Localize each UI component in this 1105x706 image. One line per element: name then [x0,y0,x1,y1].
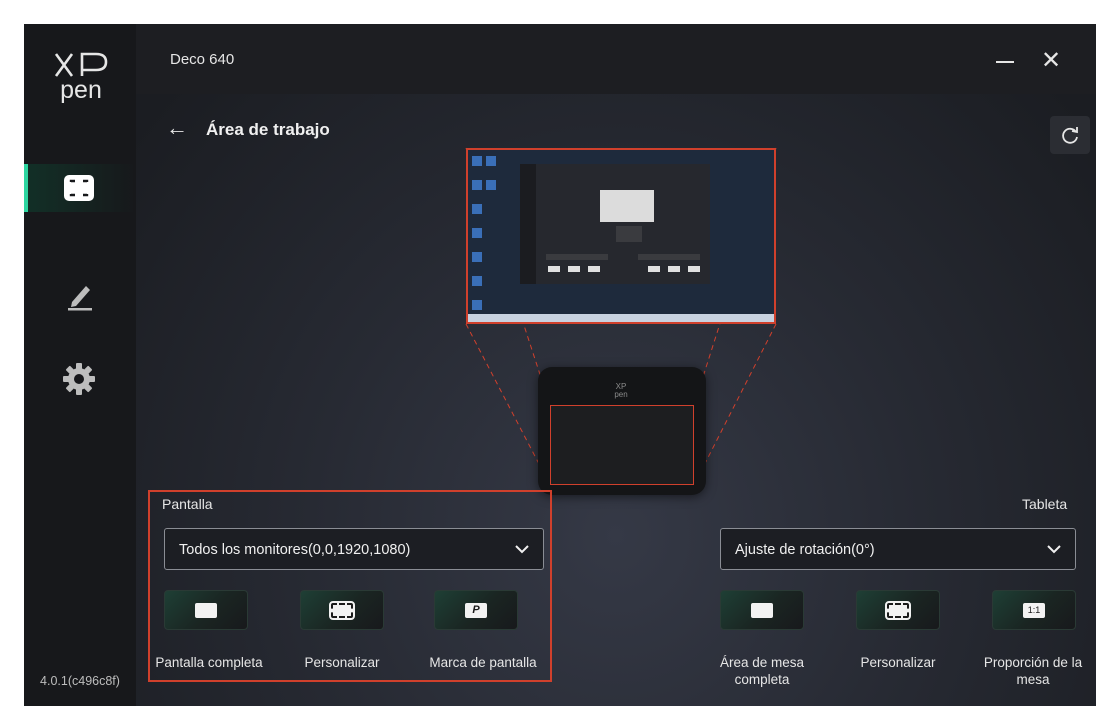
tablet-logo-pen: pen [614,390,628,399]
active-indicator [24,164,28,212]
tablet-illustration: XP pen [538,367,706,495]
pen-icon [68,286,92,311]
custom-screen-button[interactable] [300,590,384,630]
custom-area-icon [329,601,355,620]
sidebar-item-settings[interactable] [24,354,136,402]
work-area-icon [64,175,94,201]
tablet-ratio-label: Proporción de la mesa [983,655,1083,687]
screen-preview [466,148,776,324]
sidebar-item-work-area[interactable] [24,164,136,212]
chevron-down-icon [515,545,529,554]
screen-mark-button[interactable]: P [434,590,518,630]
rotation-select[interactable]: Ajuste de rotación(0°) [720,528,1076,570]
xp-logo-mark [54,52,108,77]
main-panel: Deco 640 ✕ ← Área de trabajo XP pen Pant… [136,24,1096,706]
monitor-select-value: Todos los monitores(0,0,1920,1080) [179,542,411,558]
screen-section-label: Pantalla [162,496,213,512]
full-screen-label: Pantalla completa [155,655,263,670]
xp-pen-logo: pen [46,52,116,104]
chevron-down-icon [1047,545,1061,554]
app-window: pen 4.0.1(c496c8f) Deco 640 ✕ ← Área de … [24,24,1096,706]
desktop-thumbnail [468,150,774,322]
sidebar: pen 4.0.1(c496c8f) [24,24,136,706]
monitor-select[interactable]: Todos los monitores(0,0,1920,1080) [164,528,544,570]
tablet-ratio-icon: 1:1 [1023,603,1045,618]
tablet-active-area [550,405,694,485]
logo-pen-text: pen [60,76,102,104]
custom-tablet-button[interactable] [856,590,940,630]
app-version: 4.0.1(c496c8f) [40,674,120,688]
full-tablet-label: Área de mesa completa [719,655,805,687]
full-screen-icon [195,603,217,618]
tablet-section-label: Tableta [1022,496,1068,512]
full-screen-button[interactable] [164,590,248,630]
custom-tablet-label: Personalizar [860,655,936,670]
screen-mark-label: Marca de pantalla [429,655,537,670]
custom-tablet-icon [885,601,911,620]
full-tablet-button[interactable] [720,590,804,630]
custom-screen-label: Personalizar [304,655,380,670]
settings-gear-icon [63,363,95,395]
sidebar-item-pen[interactable] [24,272,136,320]
rotation-select-value: Ajuste de rotación(0°) [735,542,875,558]
full-tablet-icon [751,603,773,618]
screen-mark-icon: P [465,603,487,618]
tablet-ratio-button[interactable]: 1:1 [992,590,1076,630]
tablet-logo: XP pen [610,383,632,399]
